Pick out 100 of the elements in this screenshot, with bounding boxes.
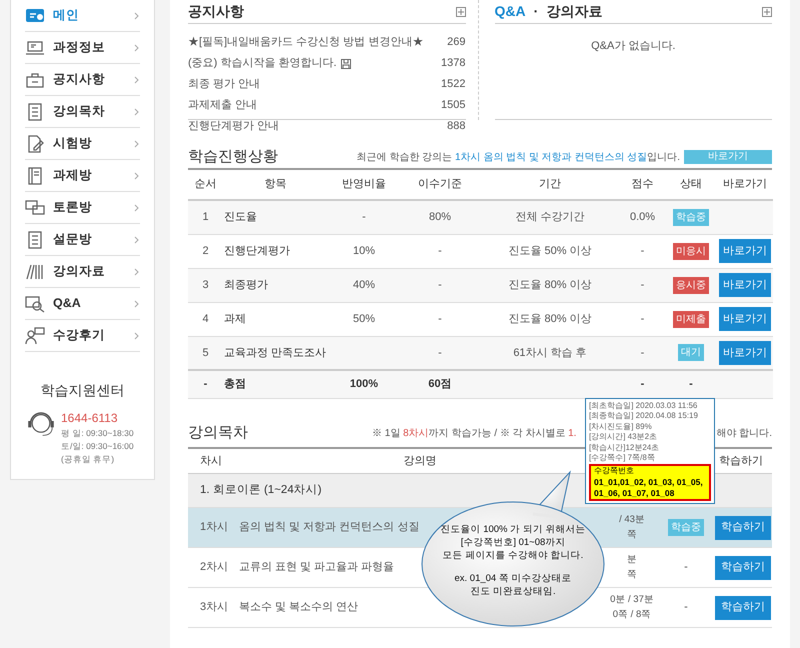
table-cell: 61차시 학습 후 bbox=[513, 346, 587, 358]
notice-text: 해야 합니다. bbox=[716, 427, 772, 441]
board-icon bbox=[25, 6, 45, 24]
notice-link[interactable]: 최종 평가 안내 bbox=[188, 76, 260, 93]
briefcase-icon bbox=[25, 70, 45, 88]
table-cell-text: 0쪽 / 8쪽 bbox=[612, 608, 652, 622]
tooltip-line: [학습시간]12분24초 bbox=[589, 442, 660, 453]
chevron-icon bbox=[134, 12, 140, 20]
empty-message: Q&A가 없습니다. bbox=[590, 39, 676, 54]
tooltip-line: [차시진도율] 89% bbox=[589, 422, 653, 432]
table-cell: 교육과정 만족도조사 bbox=[224, 346, 326, 358]
sidebar-item[interactable]: 설문방 bbox=[25, 224, 140, 256]
view-count: 269 bbox=[447, 35, 466, 50]
study-button[interactable]: 학습하기 bbox=[715, 516, 771, 540]
sidebar-item[interactable]: 공지사항 bbox=[25, 64, 140, 96]
table-cell: 80% bbox=[428, 211, 452, 223]
table-cell: 2차시 bbox=[188, 548, 238, 588]
search-icon bbox=[25, 294, 45, 312]
go-button[interactable]: 바로가기 bbox=[719, 340, 771, 365]
column-header: 학습하기 bbox=[719, 454, 763, 466]
sidebar-item[interactable]: 토론방 bbox=[25, 192, 140, 224]
table-cell: - bbox=[362, 211, 366, 223]
person-chat-icon bbox=[25, 326, 45, 344]
table-cell-text: / 43분 bbox=[618, 513, 646, 528]
group-title: 1. 회로이론 (1~24차시) bbox=[200, 484, 322, 496]
notice-link[interactable]: (중요) 학습시작을 환영합니다. bbox=[188, 55, 336, 72]
sidebar-item[interactable]: 과제방 bbox=[25, 160, 140, 192]
chevron-icon bbox=[134, 236, 140, 244]
sidebar-item[interactable]: Q&A bbox=[25, 288, 140, 320]
table-cell: - bbox=[684, 561, 688, 574]
section-title: 학습진행상황 bbox=[188, 146, 278, 167]
sidebar-item[interactable]: 강의목차 bbox=[25, 96, 140, 128]
sidebar-item[interactable]: 과정정보 bbox=[25, 32, 140, 64]
status-tag: 대기 bbox=[678, 344, 704, 362]
table-cell: 진행단계평가 bbox=[224, 244, 290, 257]
laptop-icon bbox=[25, 38, 45, 56]
table-cell: - bbox=[689, 378, 693, 390]
chevron-icon bbox=[134, 204, 140, 212]
lecture-link[interactable]: 1차시 옴의 법칙 및 저항과 컨덕턴스의 성질 bbox=[454, 152, 648, 162]
status-tag: 응시중 bbox=[673, 276, 709, 294]
table-cell: 4 bbox=[202, 312, 209, 325]
table-cell: 총점 bbox=[224, 378, 246, 390]
hours-text: (공휴일 휴무) bbox=[61, 452, 116, 466]
tooltip-line: [최종학습일] 2020.04.08 15:19 bbox=[589, 411, 699, 422]
column-header: 차시 bbox=[200, 454, 222, 466]
study-button[interactable]: 학습하기 bbox=[715, 556, 771, 580]
table-cell: - bbox=[204, 378, 208, 390]
table-cell: 전체 수강기간 bbox=[515, 211, 585, 223]
table-cell: - bbox=[640, 244, 644, 257]
table-cell: - bbox=[684, 601, 688, 614]
column-header: 강의명 bbox=[404, 454, 436, 466]
status-tag: 학습중 bbox=[673, 208, 709, 226]
sidebar-item[interactable]: 시험방 bbox=[25, 128, 140, 160]
table-cell: 복소수 및 복소수의 연산 bbox=[239, 601, 358, 614]
table-cell: 40% bbox=[352, 278, 376, 291]
table-cell: 2 bbox=[202, 244, 209, 257]
chevron-icon bbox=[134, 76, 140, 84]
notice-link[interactable]: 진행단계평가 안내 bbox=[188, 118, 280, 135]
table-cell: 3 bbox=[202, 278, 209, 291]
chevron-icon bbox=[134, 44, 140, 52]
chevron-icon bbox=[134, 300, 140, 308]
table-cell: - bbox=[438, 244, 442, 257]
table-cell: - bbox=[640, 312, 644, 325]
sidebar-item[interactable]: 메인 bbox=[25, 0, 140, 32]
view-count: 1505 bbox=[441, 98, 466, 114]
table-cell: 100% bbox=[350, 378, 378, 390]
table-cell: 진도율 50% 이상 bbox=[508, 244, 592, 257]
go-button[interactable]: 바로가기 bbox=[719, 239, 771, 263]
table-cell-text: 분 bbox=[626, 553, 638, 568]
table-cell-text: 쪽 bbox=[626, 528, 638, 542]
table-cell: 3차시 bbox=[188, 588, 238, 628]
table-cell: 최종평가 bbox=[224, 278, 268, 291]
sidebar-item[interactable]: 강의자료 bbox=[25, 256, 140, 288]
table-cell: - bbox=[438, 278, 442, 291]
table-cell: 60점 bbox=[428, 378, 452, 390]
phone-number: 1644-6113 bbox=[61, 410, 118, 427]
plus-icon bbox=[762, 6, 772, 16]
table-cell: 1차시 bbox=[188, 508, 238, 548]
table-cell: - bbox=[640, 278, 644, 291]
table-cell: 0.0% bbox=[630, 211, 656, 223]
notice-link[interactable]: ★[필독]내일배움카드 수강신청 방법 변경안내★ bbox=[188, 34, 424, 51]
tab[interactable]: Q&A bbox=[494, 1, 526, 22]
table-cell: 진도율 80% 이상 bbox=[508, 278, 592, 291]
study-button[interactable]: 학습하기 bbox=[715, 596, 771, 620]
table-cell: 5 bbox=[202, 346, 209, 358]
tab[interactable]: 강의자료 bbox=[546, 1, 602, 22]
table-cell: 50% bbox=[352, 312, 376, 325]
section-title: 공지사항 bbox=[188, 2, 244, 21]
table-cell: 진도율 bbox=[224, 211, 257, 223]
sidebar-item[interactable]: 수강후기 bbox=[25, 320, 140, 352]
table-cell: 10% bbox=[352, 244, 376, 257]
tooltip-line: [최초학습일] 2020.03.03 11:56 bbox=[589, 401, 698, 412]
chevron-icon bbox=[134, 332, 140, 340]
table-cell: 1 bbox=[202, 211, 209, 223]
highlight-label: 수강쪽번호 bbox=[594, 466, 634, 476]
go-button[interactable]: 바로가기 bbox=[719, 307, 771, 331]
bubble-text: 진도율이 100% 가 되기 위해서는 [수강쪽번호] 01~08까지 모든 페이지를 수강해야 합니다. bbox=[440, 524, 586, 562]
go-button[interactable]: 바로가기 bbox=[719, 273, 771, 297]
notice-link[interactable]: 과제제출 안내 bbox=[188, 97, 258, 114]
status-tag: 학습중 bbox=[668, 519, 704, 536]
